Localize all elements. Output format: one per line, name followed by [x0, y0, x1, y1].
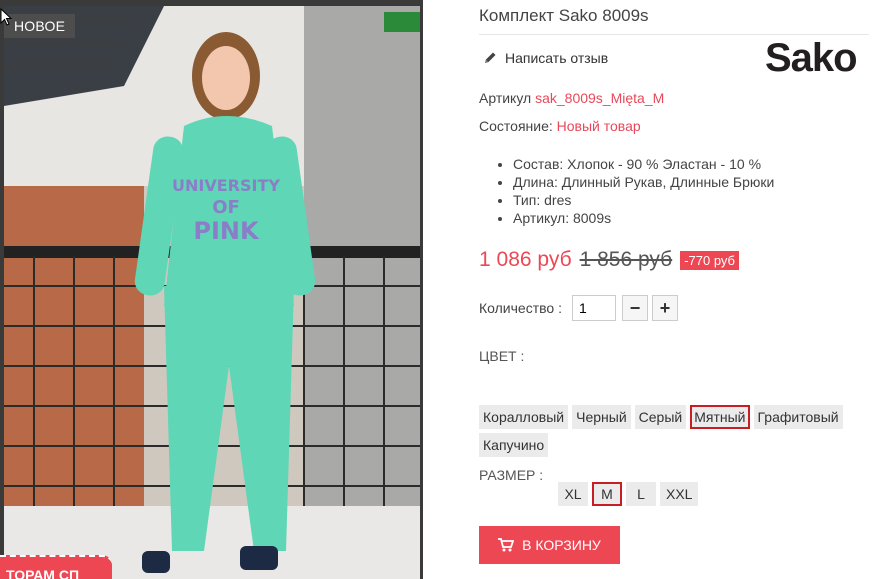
write-review-label[interactable]: Написать отзыв — [505, 50, 608, 66]
mouse-cursor-icon — [0, 8, 12, 26]
color-options: Коралловый Черный Серый Мятный Графитовы… — [479, 405, 849, 457]
pencil-icon — [485, 52, 496, 63]
svg-text:UNIVERSITY: UNIVERSITY — [172, 176, 280, 195]
size-option-l[interactable]: L — [626, 482, 656, 506]
color-option-black[interactable]: Черный — [572, 405, 631, 429]
product-photo[interactable]: UNIVERSITY OF PINK НОВОЕ ТОРАМ СП — [0, 0, 423, 579]
add-to-cart-label[interactable]: В КОРЗИНУ — [522, 537, 601, 553]
size-label: РАЗМЕР : — [479, 467, 544, 483]
color-option-graphite[interactable]: Графитовый — [753, 405, 843, 429]
color-option-grey[interactable]: Серый — [634, 405, 687, 429]
price-old: 1 856 руб — [579, 248, 673, 271]
condition-value: Новый товар — [556, 118, 641, 134]
new-badge: НОВОЕ — [4, 14, 76, 38]
color-option-coral[interactable]: Коралловый — [479, 405, 569, 429]
price-row: 1 086 руб 1 856 руб -770 руб — [479, 248, 739, 272]
quantity-decrease-button[interactable]: − — [621, 295, 648, 321]
color-option-mint[interactable]: Мятный — [690, 405, 750, 429]
brand-logo[interactable]: Sako — [765, 36, 858, 81]
svg-text:OF: OF — [212, 197, 240, 218]
size-options: XL M L XXL — [558, 482, 699, 506]
cart-icon — [498, 538, 515, 552]
size-option-m[interactable]: M — [592, 482, 622, 506]
spec-item: Длина: Длинный Рукав, Длинные Брюки — [513, 173, 774, 191]
svg-text:PINK: PINK — [193, 217, 260, 245]
spec-list: Состав: Хлопок - 90 % Эластан - 10 % Дли… — [495, 155, 774, 227]
discount-badge: -770 руб — [680, 250, 739, 270]
spec-item: Тип: dres — [513, 191, 774, 209]
product-image[interactable]: UNIVERSITY OF PINK — [4, 6, 420, 579]
sku-line: Артикул sak_8009s_Mięta_M — [479, 90, 664, 106]
write-review-link[interactable]: Написать отзыв — [483, 50, 608, 66]
add-to-cart-button[interactable]: В КОРЗИНУ — [479, 526, 620, 564]
quantity-label: Количество : — [479, 300, 562, 316]
product-title: Комплект Sako 8009s — [479, 6, 869, 35]
quantity-row: Количество : − + — [479, 295, 678, 321]
spec-item: Состав: Хлопок - 90 % Эластан - 10 % — [513, 155, 774, 173]
condition-line: Состояние: Новый товар — [479, 118, 641, 134]
size-option-xl[interactable]: XL — [558, 482, 588, 506]
sku-value: sak_8009s_Mięta_M — [535, 90, 665, 106]
color-option-cappuccino[interactable]: Капучино — [479, 433, 549, 457]
color-label: ЦВЕТ : — [479, 348, 525, 364]
sku-label: Артикул — [479, 90, 532, 106]
condition-label: Состояние: — [479, 118, 553, 134]
size-option-xxl[interactable]: XXL — [660, 482, 699, 506]
quantity-increase-button[interactable]: + — [651, 295, 678, 321]
promo-ribbon[interactable]: ТОРАМ СП — [0, 555, 112, 579]
price-current: 1 086 руб — [479, 248, 572, 271]
quantity-input[interactable] — [571, 295, 616, 321]
photo-illustration: UNIVERSITY OF PINK — [4, 6, 420, 579]
spec-item: Артикул: 8009s — [513, 209, 774, 227]
